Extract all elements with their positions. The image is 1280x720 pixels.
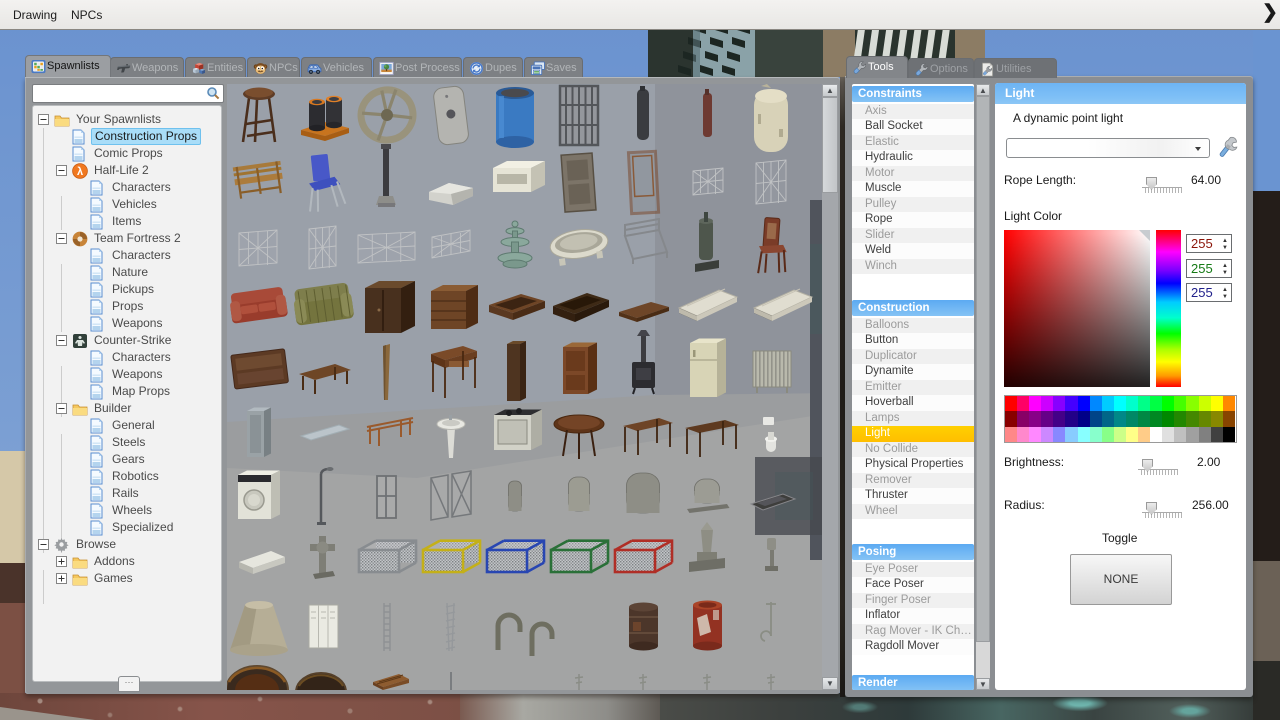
svg-text:λ: λ xyxy=(77,166,83,178)
